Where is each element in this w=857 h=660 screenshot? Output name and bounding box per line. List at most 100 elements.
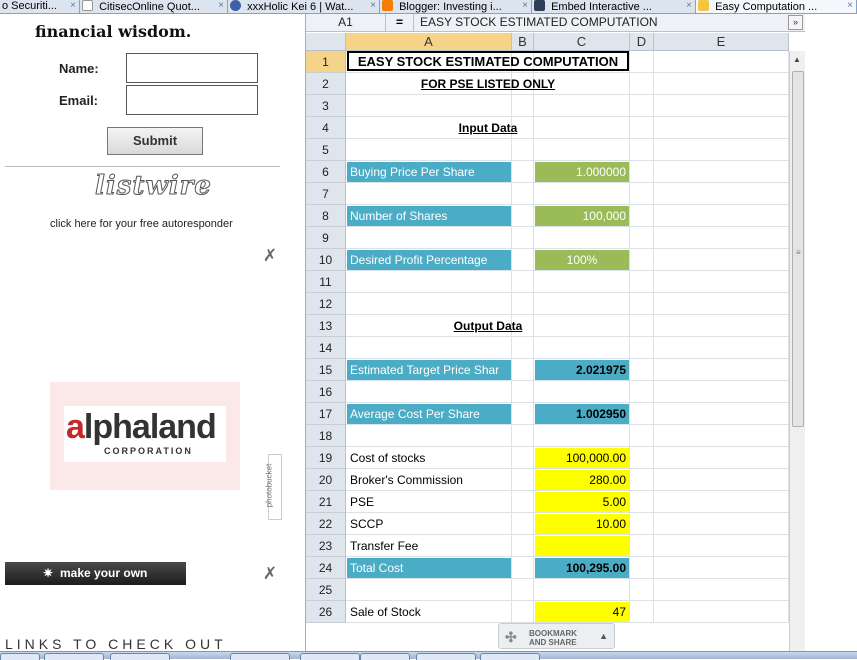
grid-cell[interactable] xyxy=(534,95,630,117)
grid-cell[interactable] xyxy=(512,161,534,183)
grid-cell[interactable] xyxy=(654,381,789,403)
cell-c20[interactable]: 280.00 xyxy=(535,470,629,490)
grid-cell[interactable] xyxy=(630,491,654,513)
row-header-21[interactable]: 21 xyxy=(306,491,346,513)
grid-cell[interactable] xyxy=(654,359,789,381)
select-all-corner[interactable] xyxy=(306,33,346,51)
grid-cell[interactable] xyxy=(534,337,630,359)
grid-cell[interactable] xyxy=(654,183,789,205)
cell-c15[interactable]: 2.021975 xyxy=(535,360,629,380)
tab-securities[interactable]: o Securiti... × xyxy=(0,0,80,13)
cell-a17[interactable]: Average Cost Per Share xyxy=(347,404,511,424)
grid-cell[interactable] xyxy=(630,601,654,623)
column-header-d[interactable]: D xyxy=(630,33,654,51)
cell-c19[interactable]: 100,000.00 xyxy=(535,448,629,468)
wrench-screwdriver-icon[interactable]: ✗ xyxy=(260,246,280,266)
close-tab-icon[interactable]: × xyxy=(70,0,76,12)
name-input[interactable] xyxy=(126,53,258,83)
cell-a19[interactable]: Cost of stocks xyxy=(347,448,511,468)
row-header-20[interactable]: 20 xyxy=(306,469,346,491)
grid-cell[interactable] xyxy=(654,337,789,359)
grid-cell[interactable] xyxy=(654,425,789,447)
grid-cell[interactable] xyxy=(654,95,789,117)
grid-cell[interactable] xyxy=(654,535,789,557)
chevron-up-icon[interactable]: ▲ xyxy=(599,631,608,641)
alphaland-ad[interactable]: alphaland CORPORATION xyxy=(50,382,240,490)
grid-cell[interactable] xyxy=(630,227,654,249)
grid-cell[interactable] xyxy=(654,513,789,535)
listwire-logo[interactable]: listwire xyxy=(95,171,212,202)
grid-cell[interactable] xyxy=(512,447,534,469)
bookmark-share-widget[interactable]: ✣ BOOKMARK AND SHARE ▲ xyxy=(498,623,615,649)
grid-cell[interactable] xyxy=(346,271,512,293)
submit-button[interactable]: Submit xyxy=(107,127,203,155)
grid-cell[interactable] xyxy=(654,601,789,623)
grid-cell[interactable] xyxy=(534,293,630,315)
grid-cell[interactable] xyxy=(630,469,654,491)
grid-cell[interactable] xyxy=(346,337,512,359)
row-header-7[interactable]: 7 xyxy=(306,183,346,205)
row-header-25[interactable]: 25 xyxy=(306,579,346,601)
cell-a22[interactable]: SCCP xyxy=(347,514,511,534)
photobucket-badge[interactable]: photobucket xyxy=(264,454,282,520)
grid-cell[interactable] xyxy=(346,95,512,117)
row-header-8[interactable]: 8 xyxy=(306,205,346,227)
grid-cell[interactable] xyxy=(654,293,789,315)
row-header-18[interactable]: 18 xyxy=(306,425,346,447)
row-header-17[interactable]: 17 xyxy=(306,403,346,425)
grid-cell[interactable] xyxy=(654,51,789,73)
scroll-up-arrow-icon[interactable]: ▲ xyxy=(793,55,801,64)
row-header-22[interactable]: 22 xyxy=(306,513,346,535)
close-tab-icon[interactable]: × xyxy=(522,0,528,12)
grid-cell[interactable] xyxy=(630,95,654,117)
grid-cell[interactable] xyxy=(512,249,534,271)
grid-cell[interactable] xyxy=(512,557,534,579)
grid-cell[interactable] xyxy=(512,337,534,359)
column-header-b[interactable]: B xyxy=(512,33,534,51)
grid-cell[interactable] xyxy=(630,271,654,293)
grid-cell[interactable] xyxy=(346,381,512,403)
grid-cell[interactable] xyxy=(630,337,654,359)
grid-cell[interactable] xyxy=(654,249,789,271)
grid-cell[interactable] xyxy=(654,447,789,469)
wrench-screwdriver-icon[interactable]: ✗ xyxy=(260,564,280,584)
email-input[interactable] xyxy=(126,85,258,115)
row-header-5[interactable]: 5 xyxy=(306,139,346,161)
grid-cell[interactable] xyxy=(654,469,789,491)
grid-cell[interactable] xyxy=(512,425,534,447)
row-header-3[interactable]: 3 xyxy=(306,95,346,117)
row-header-9[interactable]: 9 xyxy=(306,227,346,249)
column-header-a[interactable]: A xyxy=(346,33,512,51)
cell-a23[interactable]: Transfer Fee xyxy=(347,536,511,556)
expand-formula-icon[interactable]: » xyxy=(788,15,803,30)
grid-cell[interactable] xyxy=(630,293,654,315)
row-header-4[interactable]: 4 xyxy=(306,117,346,139)
row-header-13[interactable]: 13 xyxy=(306,315,346,337)
cell-a20[interactable]: Broker's Commission xyxy=(347,470,511,490)
row-header-16[interactable]: 16 xyxy=(306,381,346,403)
grid-cell[interactable] xyxy=(630,117,654,139)
close-tab-icon[interactable]: × xyxy=(686,0,692,12)
row-header-14[interactable]: 14 xyxy=(306,337,346,359)
cell-c10[interactable]: 100% xyxy=(535,250,629,270)
make-your-own-button[interactable]: ✷ make your own xyxy=(5,562,186,585)
row-header-23[interactable]: 23 xyxy=(306,535,346,557)
tab-easy-computation[interactable]: Easy Computation ... × xyxy=(696,0,857,13)
cell-a4[interactable]: Input Data xyxy=(347,118,629,138)
grid-cell[interactable] xyxy=(654,557,789,579)
grid-cell[interactable] xyxy=(630,249,654,271)
cell-a6[interactable]: Buying Price Per Share xyxy=(347,162,511,182)
cell-a21[interactable]: PSE xyxy=(347,492,511,512)
grid-cell[interactable] xyxy=(512,381,534,403)
grid-cell[interactable] xyxy=(346,139,512,161)
grid-cell[interactable] xyxy=(512,183,534,205)
grid-cell[interactable] xyxy=(512,205,534,227)
grid-cell[interactable] xyxy=(512,579,534,601)
cell-reference[interactable]: A1 xyxy=(306,14,386,31)
grid-cell[interactable] xyxy=(654,271,789,293)
cell-a15[interactable]: Estimated Target Price Shar xyxy=(347,360,511,380)
cell-c22[interactable]: 10.00 xyxy=(535,514,629,534)
column-header-c[interactable]: C xyxy=(534,33,630,51)
row-header-1[interactable]: 1 xyxy=(306,51,346,73)
grid-cell[interactable] xyxy=(630,139,654,161)
